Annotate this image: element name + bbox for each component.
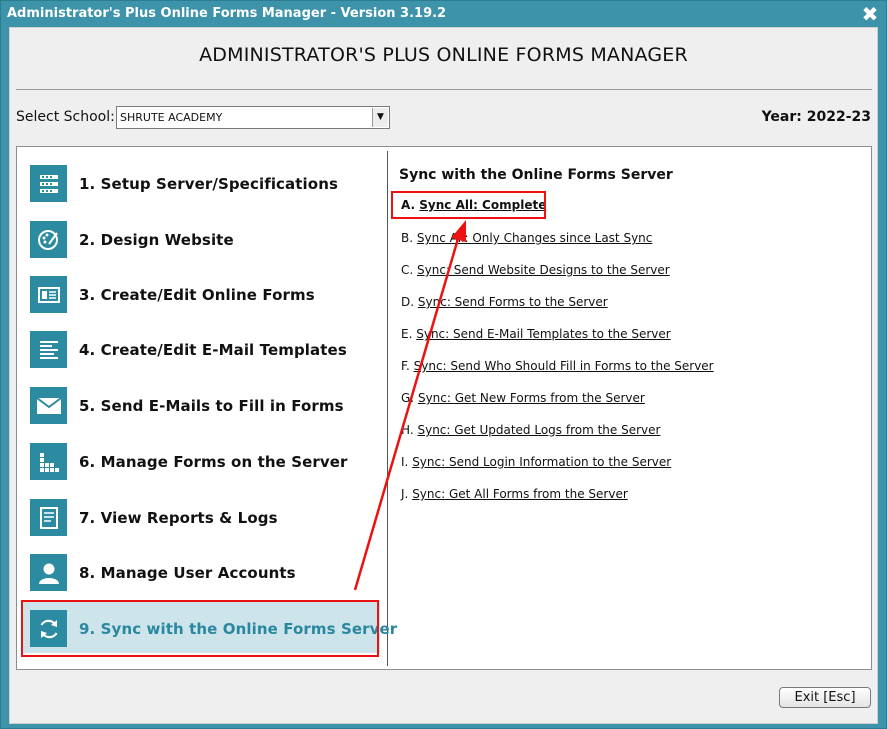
sync-link-login-info[interactable]: I. Sync: Send Login Information to the S… xyxy=(401,455,671,469)
sync-link-email-templates[interactable]: E. Sync: Send E-Mail Templates to the Se… xyxy=(401,327,671,341)
menu-item-label: 6. Manage Forms on the Server xyxy=(79,453,348,471)
server-icon xyxy=(30,165,67,202)
menu-item-send-emails[interactable]: 5. Send E-Mails to Fill in Forms xyxy=(22,378,380,430)
app-window: Administrator's Plus Online Forms Manage… xyxy=(0,0,887,729)
link-prefix: I. xyxy=(401,455,409,469)
menu-item-setup-server[interactable]: 1. Setup Server/Specifications xyxy=(22,156,380,208)
close-icon[interactable]: ✖ xyxy=(860,3,880,25)
text-lines-icon xyxy=(30,331,67,368)
menu-item-sync[interactable]: 9. Sync with the Online Forms Server xyxy=(21,600,397,657)
link-label[interactable]: Sync: Get Updated Logs from the Server xyxy=(417,423,660,437)
link-prefix: B. xyxy=(401,231,414,245)
menu-item-email-templates[interactable]: 4. Create/Edit E-Mail Templates xyxy=(22,322,380,374)
window-title: Administrator's Plus Online Forms Manage… xyxy=(7,6,447,21)
menu-item-edit-forms[interactable]: 3. Create/Edit Online Forms xyxy=(22,267,380,319)
menu-item-label: 7. View Reports & Logs xyxy=(79,509,278,527)
link-prefix: D. xyxy=(401,295,415,309)
report-icon xyxy=(30,499,67,536)
link-prefix: G. xyxy=(401,391,415,405)
sync-link-who-fill[interactable]: F. Sync: Send Who Should Fill in Forms t… xyxy=(401,359,714,373)
sync-link-all-forms[interactable]: J. Sync: Get All Forms from the Server xyxy=(401,487,628,501)
menu-item-label: 1. Setup Server/Specifications xyxy=(79,175,338,193)
menu-item-label: 5. Send E-Mails to Fill in Forms xyxy=(79,397,344,415)
header-divider xyxy=(16,89,872,90)
menu-item-reports-logs[interactable]: 7. View Reports & Logs xyxy=(22,490,380,542)
link-label[interactable]: Sync: Send Website Designs to the Server xyxy=(417,263,670,277)
highlight-box xyxy=(21,600,379,657)
highlight-box xyxy=(391,191,546,219)
menu-item-label: 2. Design Website xyxy=(79,231,234,249)
link-prefix: E. xyxy=(401,327,413,341)
sync-link-updated-logs[interactable]: H. Sync: Get Updated Logs from the Serve… xyxy=(401,423,660,437)
client-area: ADMINISTRATOR'S PLUS ONLINE FORMS MANAGE… xyxy=(9,27,878,724)
school-label: Select School: xyxy=(16,109,115,125)
school-select[interactable]: SHRUTE ACADEMY ▼ xyxy=(116,106,390,129)
link-label[interactable]: Sync: Get All Forms from the Server xyxy=(412,487,628,501)
menu-item-manage-forms[interactable]: 6. Manage Forms on the Server xyxy=(22,434,380,486)
palette-icon xyxy=(30,221,67,258)
link-label[interactable]: Sync: Send Who Should Fill in Forms to t… xyxy=(414,359,714,373)
panel-divider xyxy=(387,151,388,666)
menu-item-label: 8. Manage User Accounts xyxy=(79,564,296,582)
exit-button[interactable]: Exit [Esc] xyxy=(779,687,871,708)
sync-link-changes[interactable]: B. Sync All: Only Changes since Last Syn… xyxy=(401,231,652,245)
link-prefix: F. xyxy=(401,359,410,373)
sync-link-forms[interactable]: D. Sync: Send Forms to the Server xyxy=(401,295,608,309)
grid-icon xyxy=(30,443,67,480)
page-title: ADMINISTRATOR'S PLUS ONLINE FORMS MANAGE… xyxy=(199,44,688,66)
year-label: Year: 2022-23 xyxy=(761,109,871,125)
school-select-value: SHRUTE ACADEMY xyxy=(120,111,223,124)
link-prefix: C. xyxy=(401,263,414,277)
main-panel: 1. Setup Server/Specifications 2. Design… xyxy=(16,146,872,670)
form-icon xyxy=(30,276,67,313)
sync-link-new-forms[interactable]: G. Sync: Get New Forms from the Server xyxy=(401,391,645,405)
link-label[interactable]: Sync: Send Login Information to the Serv… xyxy=(412,455,671,469)
sync-link-website-designs[interactable]: C. Sync: Send Website Designs to the Ser… xyxy=(401,263,670,277)
user-icon xyxy=(30,554,67,591)
menu-item-label: 3. Create/Edit Online Forms xyxy=(79,286,315,304)
link-label[interactable]: Sync All: Only Changes since Last Sync xyxy=(417,231,653,245)
dropdown-arrow-icon[interactable]: ▼ xyxy=(372,108,388,127)
menu-item-label: 4. Create/Edit E-Mail Templates xyxy=(79,341,347,359)
link-label[interactable]: Sync: Get New Forms from the Server xyxy=(418,391,645,405)
menu-item-design-website[interactable]: 2. Design Website xyxy=(22,212,380,264)
link-prefix: H. xyxy=(401,423,414,437)
envelope-icon xyxy=(30,387,67,424)
menu-item-user-accounts[interactable]: 8. Manage User Accounts xyxy=(22,545,380,597)
link-prefix: J. xyxy=(401,487,409,501)
link-label[interactable]: Sync: Send E-Mail Templates to the Serve… xyxy=(416,327,670,341)
title-bar: Administrator's Plus Online Forms Manage… xyxy=(1,1,886,27)
link-label[interactable]: Sync: Send Forms to the Server xyxy=(418,295,608,309)
sync-heading: Sync with the Online Forms Server xyxy=(399,167,673,183)
